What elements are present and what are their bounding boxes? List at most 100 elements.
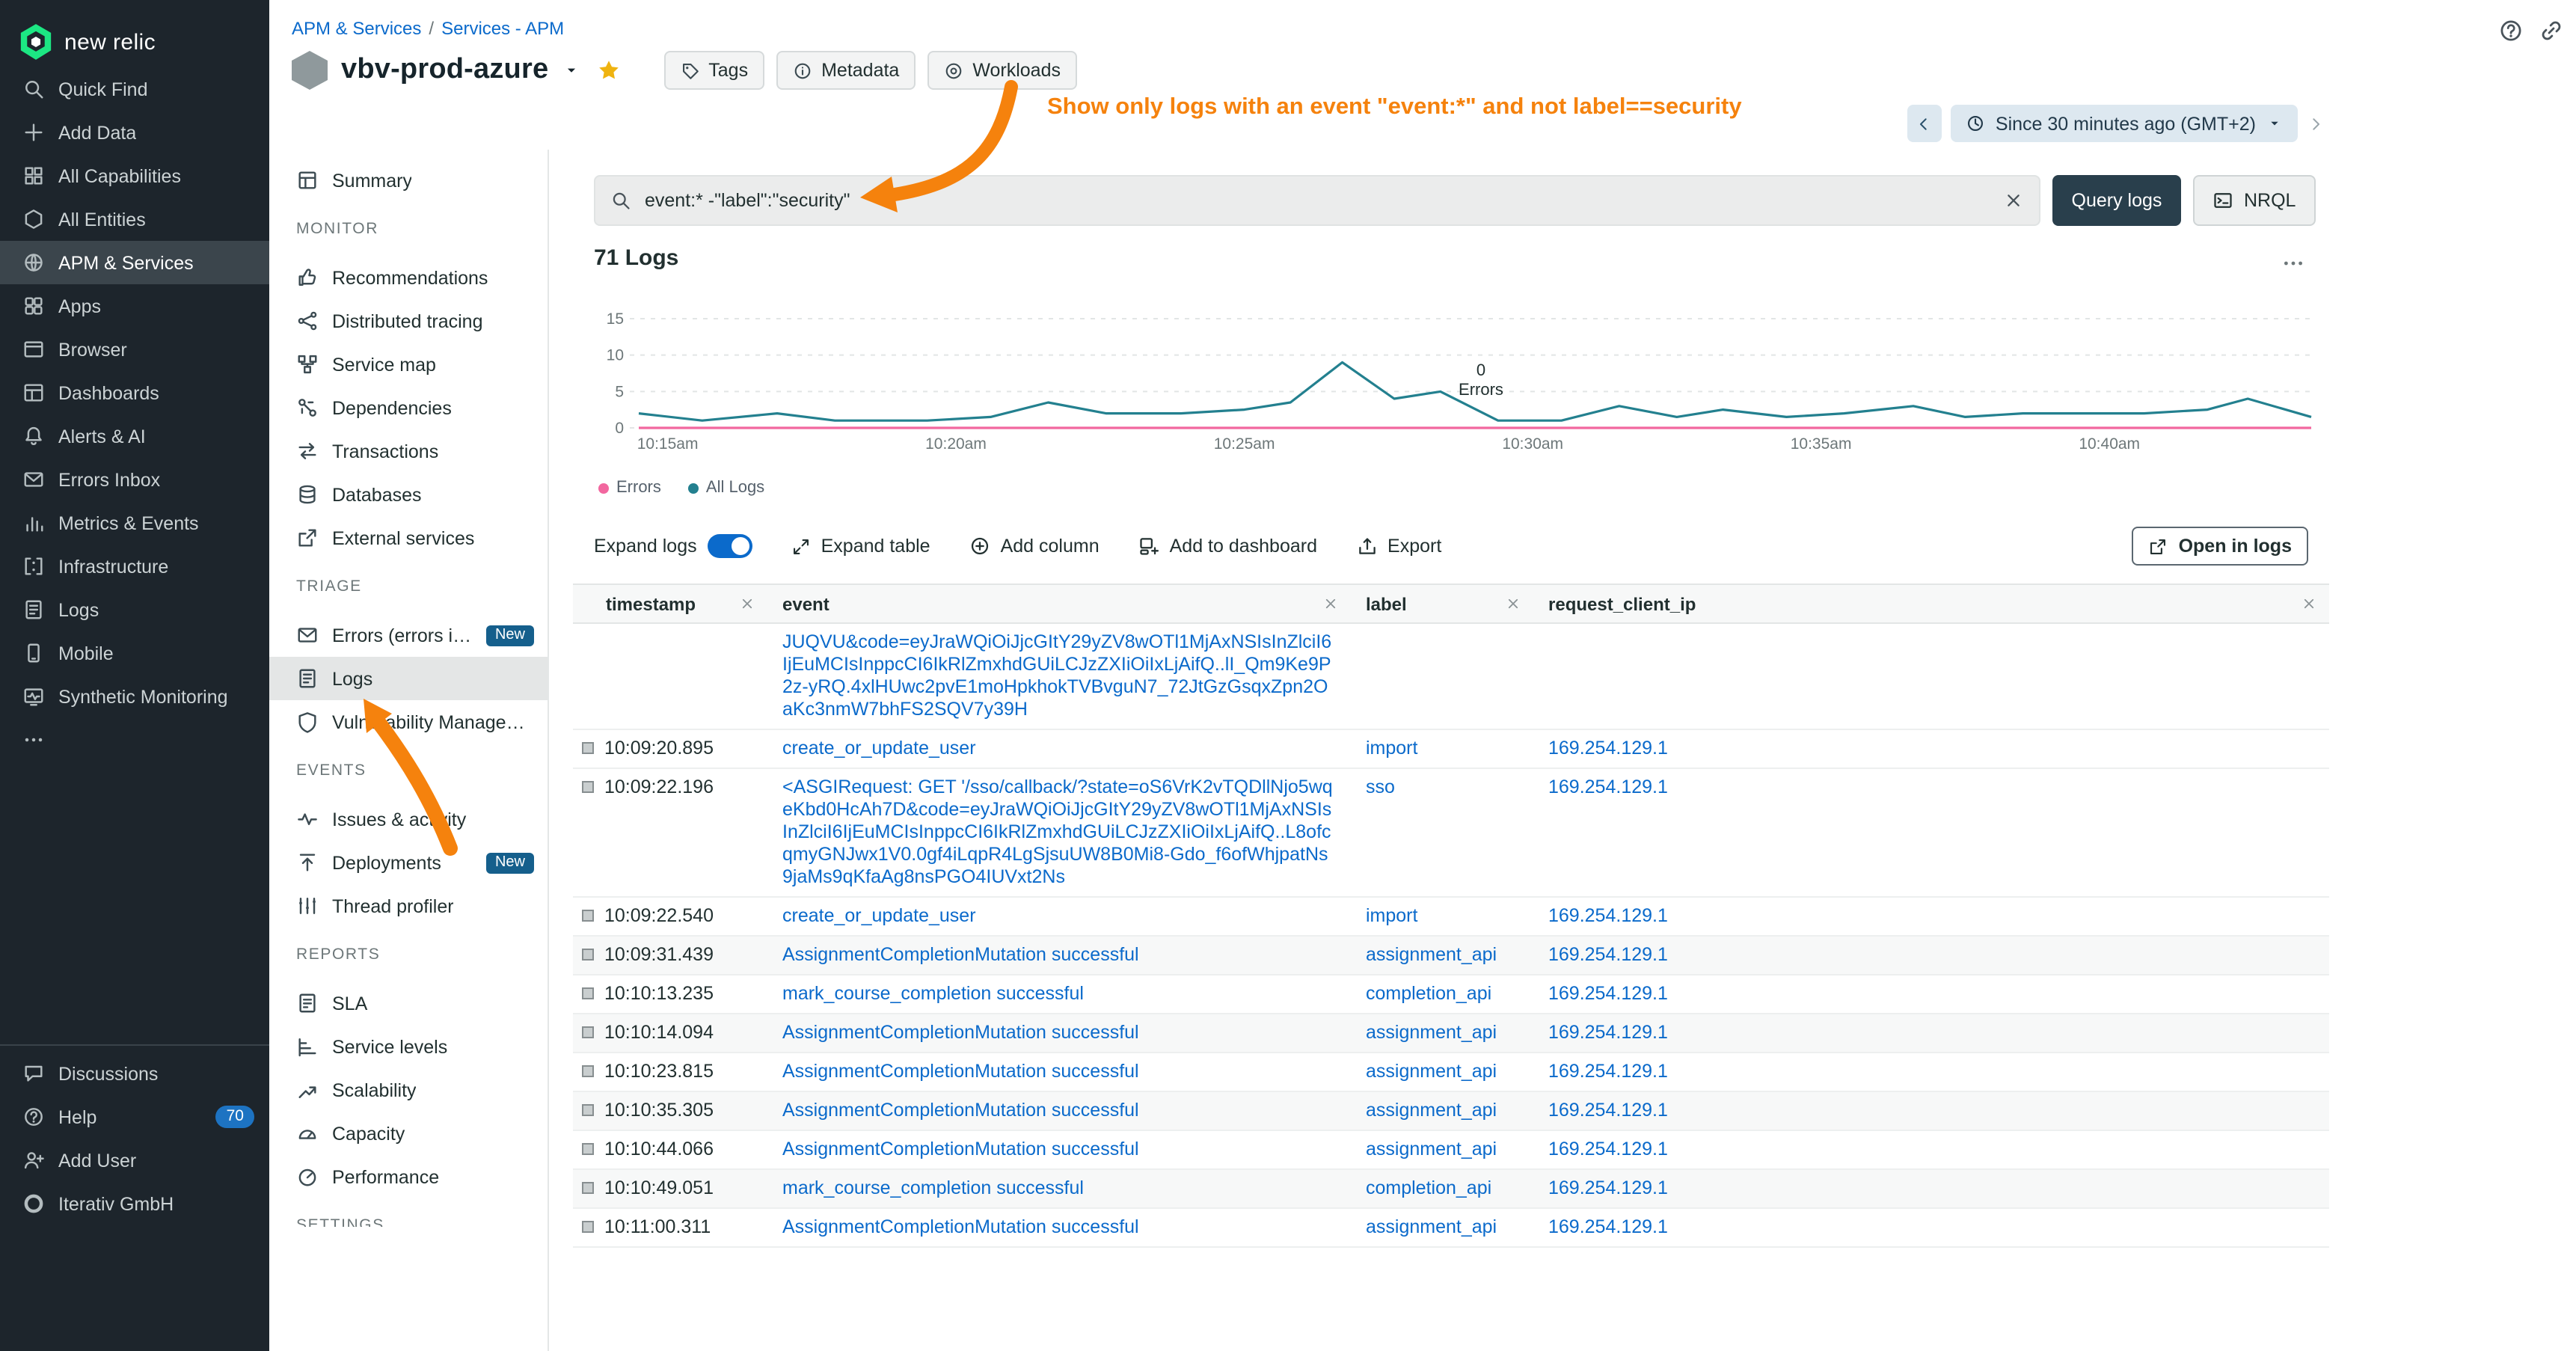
- add-to-dashboard-button[interactable]: Add to dashboard: [1138, 536, 1317, 557]
- log-label-link[interactable]: assignment_api: [1366, 1022, 1497, 1043]
- log-ip-link[interactable]: 169.254.129.1: [1548, 1139, 1668, 1159]
- log-row-marker-icon[interactable]: [582, 742, 594, 754]
- log-label-link[interactable]: import: [1366, 905, 1417, 926]
- time-forward-button[interactable]: [2307, 114, 2325, 132]
- add-column-button[interactable]: Add column: [969, 536, 1100, 557]
- log-event-link[interactable]: mark_course_completion successful: [782, 1177, 1084, 1198]
- log-row-marker-icon[interactable]: [582, 1182, 594, 1194]
- log-row-marker-icon[interactable]: [582, 1104, 594, 1116]
- metadata-button[interactable]: Metadata: [776, 51, 916, 90]
- log-row-marker-icon[interactable]: [582, 1143, 594, 1155]
- entity-nav-item-dependencies[interactable]: Dependencies: [269, 386, 548, 429]
- entity-nav-item-service-levels[interactable]: Service levels: [269, 1025, 548, 1068]
- log-table-row[interactable]: 10:11:00.311AssignmentCompletionMutation…: [573, 1209, 2329, 1248]
- breadcrumb-apm-services[interactable]: APM & Services: [292, 18, 421, 39]
- log-row-marker-icon[interactable]: [582, 1221, 594, 1233]
- log-event-link[interactable]: AssignmentCompletionMutation successful: [782, 1139, 1139, 1159]
- entity-switcher-caret-icon[interactable]: [562, 61, 580, 79]
- breadcrumb-services-apm[interactable]: Services - APM: [441, 18, 564, 39]
- sidebar-item-apm-services[interactable]: APM & Services: [0, 241, 269, 284]
- nrql-button[interactable]: NRQL: [2193, 175, 2315, 226]
- entity-nav-item-distributed-tracing[interactable]: Distributed tracing: [269, 299, 548, 343]
- log-label-link[interactable]: assignment_api: [1366, 1100, 1497, 1121]
- column-header-timestamp[interactable]: timestamp: [573, 585, 767, 622]
- log-table-row[interactable]: 10:09:20.895create_or_update_userimport1…: [573, 730, 2329, 769]
- log-row-marker-icon[interactable]: [582, 1026, 594, 1038]
- remove-column-icon[interactable]: [1505, 595, 1521, 612]
- log-row-marker-icon[interactable]: [582, 949, 594, 961]
- column-header-label[interactable]: label: [1351, 585, 1533, 622]
- logs-query-input[interactable]: event:* -"label":"security": [594, 175, 2040, 226]
- log-ip-link[interactable]: 169.254.129.1: [1548, 983, 1668, 1004]
- log-table-row[interactable]: JUQVU&code=eyJraWQiOiJjcGItY29yZV8wOTl1M…: [573, 624, 2329, 730]
- log-ip-link[interactable]: 169.254.129.1: [1548, 738, 1668, 759]
- log-label-link[interactable]: assignment_api: [1366, 1139, 1497, 1159]
- sidebar-item-help[interactable]: Help70: [0, 1095, 269, 1139]
- log-event-link[interactable]: AssignmentCompletionMutation successful: [782, 1022, 1139, 1043]
- log-label-link[interactable]: assignment_api: [1366, 1061, 1497, 1082]
- log-table-row[interactable]: 10:10:44.066AssignmentCompletionMutation…: [573, 1131, 2329, 1170]
- entity-nav-item-scalability[interactable]: Scalability: [269, 1068, 548, 1112]
- time-back-button[interactable]: [1907, 105, 1942, 142]
- log-ip-link[interactable]: 169.254.129.1: [1548, 1216, 1668, 1237]
- sidebar-item-quick-find[interactable]: Quick Find: [0, 67, 269, 111]
- sidebar-item-mobile[interactable]: Mobile: [0, 631, 269, 675]
- favorite-star-icon[interactable]: [596, 58, 620, 82]
- log-table-row[interactable]: 10:10:23.815AssignmentCompletionMutation…: [573, 1053, 2329, 1092]
- column-header-request-client-ip[interactable]: request_client_ip: [1533, 585, 2329, 622]
- legend-item-all-logs[interactable]: All Logs: [688, 479, 764, 497]
- log-row-marker-icon[interactable]: [582, 1065, 594, 1077]
- copy-link-icon[interactable]: [2539, 18, 2564, 43]
- sidebar-item-infrastructure[interactable]: Infrastructure: [0, 545, 269, 588]
- log-table-row[interactable]: 10:10:49.051mark_course_completion succe…: [573, 1170, 2329, 1209]
- entity-nav-item-thread-profiler[interactable]: Thread profiler: [269, 884, 548, 928]
- sidebar-item-browser[interactable]: Browser: [0, 328, 269, 371]
- log-table-row[interactable]: 10:09:22.196<ASGIRequest: GET '/sso/call…: [573, 769, 2329, 898]
- clear-query-icon[interactable]: [2003, 190, 2024, 211]
- entity-nav-item-transactions[interactable]: Transactions: [269, 429, 548, 473]
- log-label-link[interactable]: assignment_api: [1366, 944, 1497, 965]
- log-event-link[interactable]: JUQVU&code=eyJraWQiOiJjcGItY29yZV8wOTl1M…: [782, 631, 1331, 720]
- remove-column-icon[interactable]: [1322, 595, 1339, 612]
- log-label-link[interactable]: completion_api: [1366, 983, 1491, 1004]
- log-event-link[interactable]: <ASGIRequest: GET '/sso/callback/?state=…: [782, 776, 1333, 887]
- sidebar-item-alerts-ai[interactable]: Alerts & AI: [0, 414, 269, 458]
- log-ip-link[interactable]: 169.254.129.1: [1548, 1100, 1668, 1121]
- sidebar-item-discussions[interactable]: Discussions: [0, 1052, 269, 1095]
- sidebar-item-metrics-events[interactable]: Metrics & Events: [0, 501, 269, 545]
- sidebar-item-logs[interactable]: Logs: [0, 588, 269, 631]
- sidebar-item-all-capabilities[interactable]: All Capabilities: [0, 154, 269, 197]
- sidebar-item-all-entities[interactable]: All Entities: [0, 197, 269, 241]
- legend-item-errors[interactable]: Errors: [598, 479, 661, 497]
- log-label-link[interactable]: completion_api: [1366, 1177, 1491, 1198]
- log-ip-link[interactable]: 169.254.129.1: [1548, 776, 1668, 797]
- log-label-link[interactable]: import: [1366, 738, 1417, 759]
- entity-nav-item-deployments[interactable]: DeploymentsNew: [269, 841, 548, 884]
- sidebar-item-iterativ-gmbh[interactable]: Iterativ GmbH: [0, 1182, 269, 1225]
- sidebar-item-synthetic-monitoring[interactable]: Synthetic Monitoring: [0, 675, 269, 718]
- log-row-marker-icon[interactable]: [582, 781, 594, 793]
- more-options-icon[interactable]: [2281, 251, 2305, 275]
- help-icon[interactable]: [2498, 18, 2524, 43]
- entity-nav-item-service-map[interactable]: Service map: [269, 343, 548, 386]
- remove-column-icon[interactable]: [739, 595, 755, 612]
- log-label-link[interactable]: assignment_api: [1366, 1216, 1497, 1237]
- sidebar-item-errors-inbox[interactable]: Errors Inbox: [0, 458, 269, 501]
- log-table-row[interactable]: 10:10:14.094AssignmentCompletionMutation…: [573, 1014, 2329, 1053]
- entity-nav-item-external-services[interactable]: External services: [269, 516, 548, 560]
- log-event-link[interactable]: create_or_update_user: [782, 738, 976, 759]
- log-row-marker-icon[interactable]: [582, 910, 594, 922]
- log-event-link[interactable]: mark_course_completion successful: [782, 983, 1084, 1004]
- log-ip-link[interactable]: 169.254.129.1: [1548, 944, 1668, 965]
- entity-nav-item-capacity[interactable]: Capacity: [269, 1112, 548, 1155]
- entity-nav-item-vulnerability-management[interactable]: Vulnerability Management: [269, 700, 548, 744]
- log-event-link[interactable]: create_or_update_user: [782, 905, 976, 926]
- tags-button[interactable]: Tags: [663, 51, 764, 90]
- entity-nav-item-errors-errors-inb[interactable]: Errors (errors inb...New: [269, 613, 548, 657]
- log-ip-link[interactable]: 169.254.129.1: [1548, 905, 1668, 926]
- log-table-row[interactable]: 10:09:22.540create_or_update_userimport1…: [573, 898, 2329, 937]
- log-event-link[interactable]: AssignmentCompletionMutation successful: [782, 1216, 1139, 1237]
- export-button[interactable]: Export: [1356, 536, 1441, 557]
- log-label-link[interactable]: sso: [1366, 776, 1395, 797]
- query-logs-button[interactable]: Query logs: [2052, 175, 2181, 226]
